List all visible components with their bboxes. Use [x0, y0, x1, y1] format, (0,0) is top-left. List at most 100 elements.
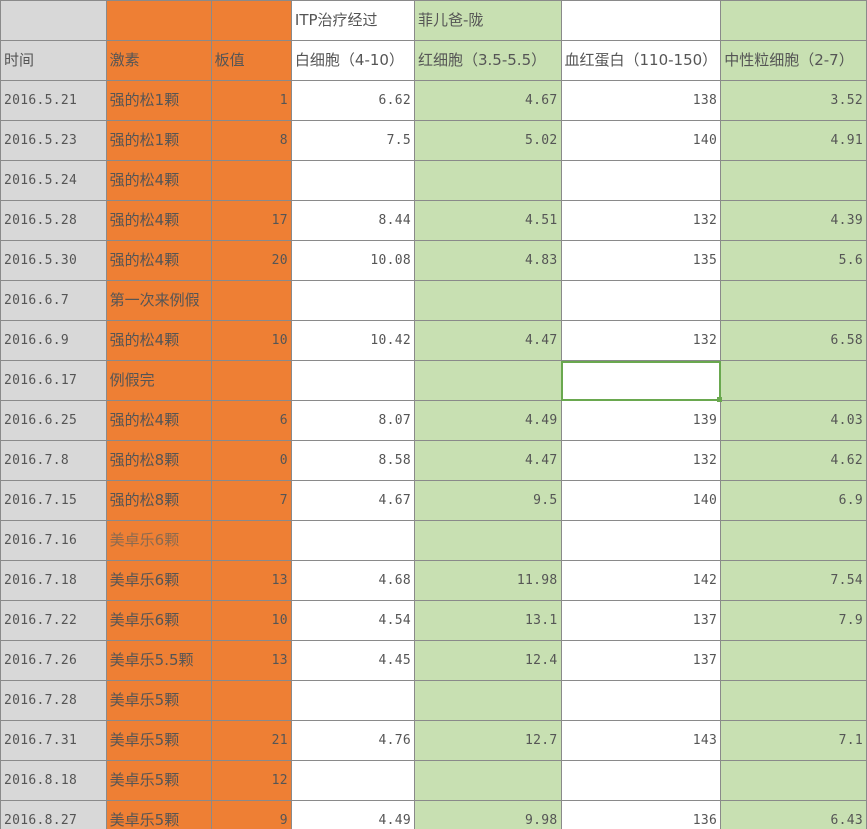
hemoglobin-cell[interactable]: 142 [560, 560, 722, 601]
date-cell[interactable]: 2016.5.23 [0, 120, 107, 161]
steroid-cell[interactable]: 美卓乐6颗 [105, 560, 212, 601]
platelet-cell[interactable]: 7 [210, 480, 292, 521]
header-date[interactable]: 时间 [0, 40, 107, 81]
wbc-cell[interactable]: 8.44 [290, 200, 416, 241]
rbc-cell[interactable]: 4.67 [414, 80, 562, 121]
fill-handle[interactable] [716, 396, 722, 402]
platelet-cell[interactable] [210, 520, 292, 561]
platelet-cell[interactable]: 10 [210, 600, 292, 641]
date-cell[interactable]: 2016.5.28 [0, 200, 107, 241]
date-cell[interactable]: 2016.6.17 [0, 360, 107, 401]
steroid-cell[interactable]: 美卓乐5颗 [105, 680, 212, 721]
rbc-cell[interactable]: 9.5 [414, 480, 562, 521]
rbc-cell[interactable] [414, 520, 562, 561]
date-cell[interactable]: 2016.7.26 [0, 640, 107, 681]
platelet-cell[interactable]: 1 [210, 80, 292, 121]
steroid-cell[interactable]: 强的松4颗 [105, 200, 212, 241]
hemoglobin-cell[interactable] [560, 160, 722, 201]
header-neutrophil[interactable]: 中性粒细胞（2-7） [720, 40, 867, 81]
sheet-title-cell[interactable]: ITP治疗经过 [290, 0, 416, 41]
neutrophil-cell[interactable]: 4.39 [720, 200, 867, 241]
neutrophil-cell[interactable] [720, 160, 867, 201]
date-cell[interactable]: 2016.7.31 [0, 720, 107, 761]
wbc-cell[interactable]: 4.54 [290, 600, 416, 641]
wbc-cell[interactable] [290, 760, 416, 801]
hemoglobin-cell[interactable]: 140 [560, 120, 722, 161]
steroid-cell[interactable]: 第一次来例假 [105, 280, 212, 321]
hemoglobin-cell[interactable]: 135 [560, 240, 722, 281]
neutrophil-cell[interactable]: 7.1 [720, 720, 867, 761]
rbc-cell[interactable]: 5.02 [414, 120, 562, 161]
neutrophil-cell[interactable]: 4.91 [720, 120, 867, 161]
platelet-cell[interactable]: 13 [210, 560, 292, 601]
rbc-cell[interactable] [414, 360, 562, 401]
hemoglobin-cell[interactable]: 140 [560, 480, 722, 521]
header-platelet[interactable]: 板值 [210, 40, 292, 81]
wbc-cell[interactable]: 10.42 [290, 320, 416, 361]
wbc-cell[interactable] [290, 280, 416, 321]
steroid-cell[interactable]: 强的松4颗 [105, 240, 212, 281]
date-cell[interactable]: 2016.5.30 [0, 240, 107, 281]
date-cell[interactable]: 2016.5.24 [0, 160, 107, 201]
neutrophil-cell[interactable]: 5.6 [720, 240, 867, 281]
neutrophil-cell[interactable]: 6.43 [720, 800, 867, 829]
steroid-cell[interactable]: 美卓乐5颗 [105, 760, 212, 801]
steroid-cell[interactable]: 强的松4颗 [105, 160, 212, 201]
date-cell[interactable]: 2016.6.25 [0, 400, 107, 441]
wbc-cell[interactable]: 4.67 [290, 480, 416, 521]
rbc-cell[interactable]: 12.4 [414, 640, 562, 681]
wbc-cell[interactable] [290, 160, 416, 201]
platelet-cell[interactable]: 9 [210, 800, 292, 829]
rbc-cell[interactable]: 9.98 [414, 800, 562, 829]
hemoglobin-cell[interactable]: 137 [560, 640, 722, 681]
rbc-cell[interactable] [414, 160, 562, 201]
platelet-cell[interactable]: 12 [210, 760, 292, 801]
spreadsheet-grid[interactable]: ITP治疗经过 菲儿爸-陇 时间 激素 板值 白细胞（4-10） 红细胞（3.5… [0, 0, 867, 829]
rbc-cell[interactable] [414, 760, 562, 801]
date-cell[interactable]: 2016.7.22 [0, 600, 107, 641]
neutrophil-cell[interactable]: 6.58 [720, 320, 867, 361]
wbc-cell[interactable] [290, 360, 416, 401]
date-cell[interactable]: 2016.8.18 [0, 760, 107, 801]
neutrophil-cell[interactable]: 7.54 [720, 560, 867, 601]
rbc-cell[interactable]: 4.47 [414, 440, 562, 481]
rbc-cell[interactable] [414, 280, 562, 321]
neutrophil-cell[interactable]: 3.52 [720, 80, 867, 121]
wbc-cell[interactable] [290, 680, 416, 721]
hemoglobin-cell[interactable]: 143 [560, 720, 722, 761]
cell-blank-g1[interactable] [720, 0, 867, 41]
platelet-cell[interactable] [210, 360, 292, 401]
steroid-cell[interactable]: 强的松1颗 [105, 120, 212, 161]
neutrophil-cell[interactable] [720, 760, 867, 801]
rbc-cell[interactable]: 12.7 [414, 720, 562, 761]
date-cell[interactable]: 2016.6.9 [0, 320, 107, 361]
neutrophil-cell[interactable] [720, 680, 867, 721]
date-cell[interactable]: 2016.6.7 [0, 280, 107, 321]
wbc-cell[interactable]: 4.49 [290, 800, 416, 829]
date-cell[interactable]: 2016.5.21 [0, 80, 107, 121]
header-rbc[interactable]: 红细胞（3.5-5.5） [414, 40, 562, 81]
neutrophil-cell[interactable] [720, 360, 867, 401]
hemoglobin-cell[interactable]: 132 [560, 200, 722, 241]
steroid-cell[interactable]: 强的松8颗 [105, 480, 212, 521]
author-cell[interactable]: 菲儿爸-陇 [414, 0, 562, 41]
rbc-cell[interactable]: 4.47 [414, 320, 562, 361]
platelet-cell[interactable] [210, 160, 292, 201]
neutrophil-cell[interactable] [720, 280, 867, 321]
cell-blank-a1[interactable] [0, 0, 107, 41]
header-hemoglobin[interactable]: 血红蛋白（110-150） [560, 40, 722, 81]
hemoglobin-cell[interactable]: 136 [560, 800, 722, 829]
steroid-cell[interactable]: 强的松8颗 [105, 440, 212, 481]
hemoglobin-cell[interactable] [560, 680, 722, 721]
rbc-cell[interactable]: 4.83 [414, 240, 562, 281]
steroid-cell[interactable]: 例假完 [105, 360, 212, 401]
cell-blank-c1[interactable] [210, 0, 292, 41]
hemoglobin-cell[interactable]: 138 [560, 80, 722, 121]
rbc-cell[interactable]: 4.51 [414, 200, 562, 241]
platelet-cell[interactable] [210, 280, 292, 321]
platelet-cell[interactable] [210, 680, 292, 721]
neutrophil-cell[interactable]: 4.62 [720, 440, 867, 481]
date-cell[interactable]: 2016.7.8 [0, 440, 107, 481]
wbc-cell[interactable]: 8.58 [290, 440, 416, 481]
date-cell[interactable]: 2016.7.18 [0, 560, 107, 601]
